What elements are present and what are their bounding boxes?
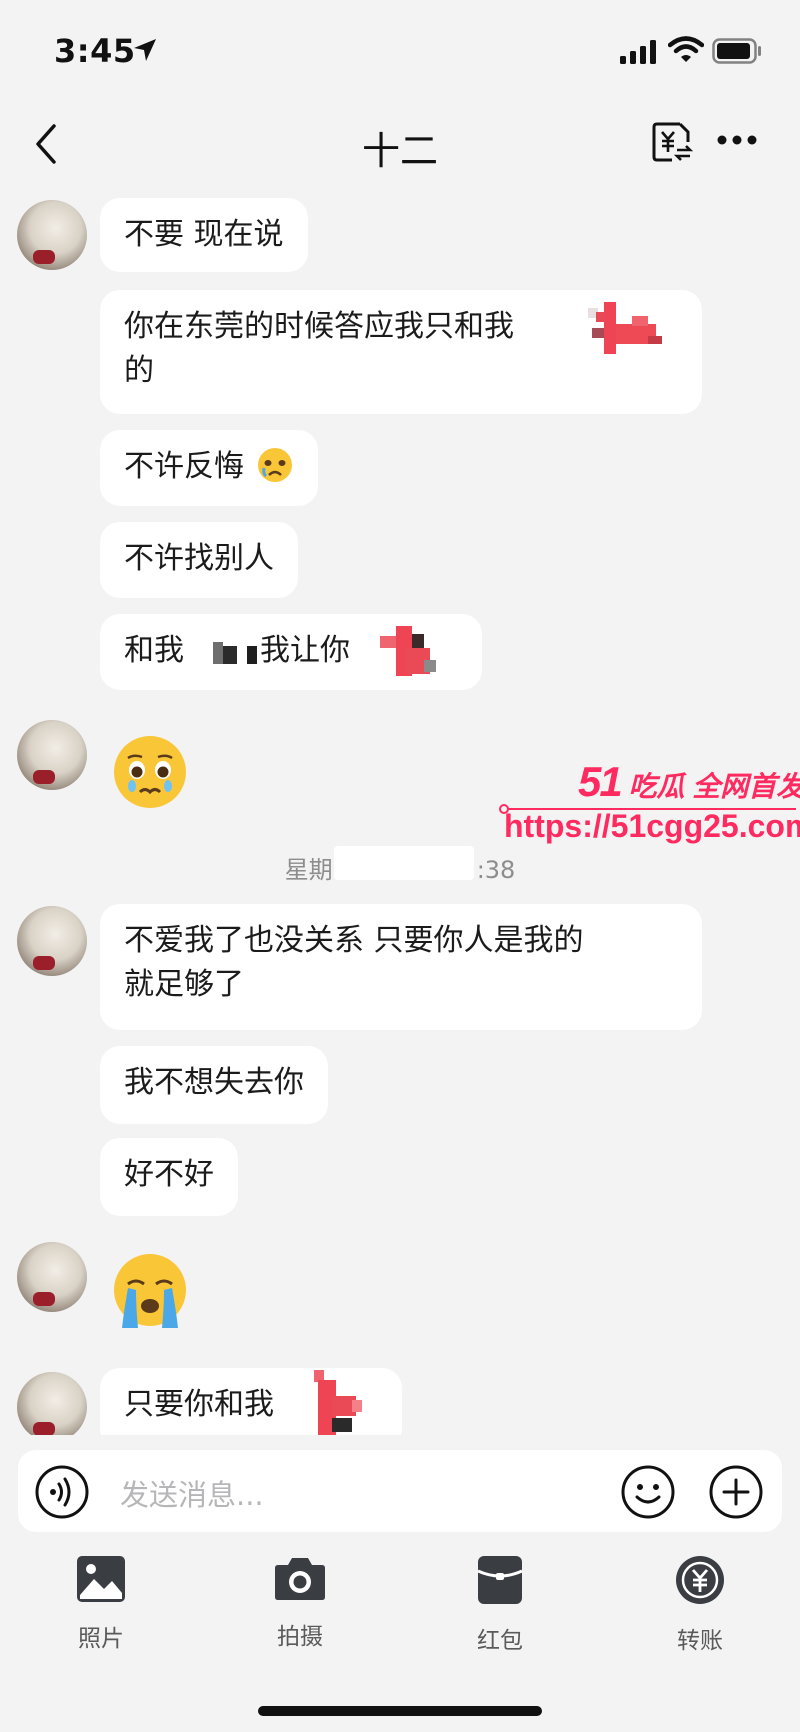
more-options-icon[interactable] (716, 133, 758, 147)
message-input[interactable]: 发送消息... (120, 1472, 264, 1514)
emoji-picker-icon[interactable] (620, 1464, 676, 1520)
camera-button[interactable]: 拍摄 (240, 1555, 360, 1651)
message-text: 不许找别人 (124, 541, 274, 576)
message-input-bar: 发送消息... (18, 1450, 782, 1532)
watermark: 51 吃瓜 全网首发 https://51cgg25.com (499, 750, 800, 860)
message-bubble[interactable]: 不许反悔 (100, 430, 318, 506)
redaction-mosaic (314, 1370, 362, 1435)
camera-icon (275, 1558, 325, 1600)
avatar[interactable] (17, 906, 87, 976)
add-attachment-icon[interactable] (708, 1464, 764, 1520)
message-text: 只要你和我 (124, 1387, 274, 1422)
watermark-brand-text: 吃瓜 全网首发 (628, 771, 800, 802)
message-text: 不许反悔 (124, 449, 244, 484)
message-bubble[interactable]: 不爱我了也没关系 只要你人是我的 就足够了 (100, 904, 702, 1030)
voice-input-icon[interactable] (34, 1464, 90, 1520)
timestamp-prefix: 星期 (284, 856, 333, 884)
message-text: 我让你 (260, 633, 350, 668)
message-text: 和我 (124, 633, 184, 668)
transfer-button[interactable]: 转账 (640, 1555, 760, 1655)
message-bubble[interactable]: 我不想失去你 (100, 1046, 328, 1124)
red-packet-label: 红包 (477, 1628, 523, 1654)
transfer-label: 转账 (677, 1628, 723, 1654)
pleading-face-emoji[interactable] (110, 732, 190, 812)
battery-icon (712, 38, 761, 64)
camera-label: 拍摄 (277, 1624, 323, 1650)
red-packet-button[interactable]: 红包 (440, 1555, 560, 1655)
photo-button[interactable]: 照片 (41, 1555, 161, 1653)
transfer-icon (676, 1556, 724, 1604)
status-bar: 3:45 (0, 0, 800, 100)
watermark-brand: 51 吃瓜 全网首发 (578, 758, 800, 806)
chat-toolbar: 照片 拍摄 红包 转账 (0, 1555, 800, 1665)
chat-header: 十二 (0, 100, 800, 190)
redaction-mosaic (213, 642, 257, 664)
photo-label: 照片 (78, 1626, 124, 1652)
avatar[interactable] (17, 200, 87, 270)
message-text: 好不好 (124, 1157, 214, 1192)
message-text: 不爱我了也没关系 只要你人是我的 (124, 923, 584, 958)
avatar[interactable] (17, 1372, 87, 1435)
message-bubble[interactable]: 好不好 (100, 1138, 238, 1216)
message-bubble[interactable]: 不要 现在说 (100, 198, 308, 272)
home-indicator[interactable] (258, 1706, 542, 1716)
photo-icon (77, 1556, 125, 1602)
status-time: 3:45 (54, 32, 136, 70)
watermark-url: https://51cgg25.com (504, 808, 800, 844)
timestamp-redaction (334, 846, 474, 880)
redaction-mosaic (588, 302, 662, 354)
currency-exchange-icon[interactable] (650, 120, 694, 164)
message-text: 不要 现在说 (124, 217, 284, 252)
anguished-face-emoji (257, 448, 292, 482)
location-arrow-icon (134, 39, 156, 61)
redaction-mosaic (380, 626, 436, 676)
watermark-brand-number: 51 (578, 758, 623, 805)
red-packet-icon (477, 1556, 523, 1604)
message-bubble[interactable]: 不许找别人 (100, 522, 298, 598)
message-text: 我不想失去你 (124, 1065, 304, 1100)
message-text: 就足够了 (124, 967, 244, 1002)
avatar[interactable] (17, 1242, 87, 1312)
avatar[interactable] (17, 720, 87, 790)
timestamp-suffix: :38 (476, 856, 516, 884)
cellular-signal-icon (620, 40, 656, 64)
wifi-icon (668, 36, 704, 62)
loudly-crying-face-emoji[interactable] (110, 1250, 190, 1330)
